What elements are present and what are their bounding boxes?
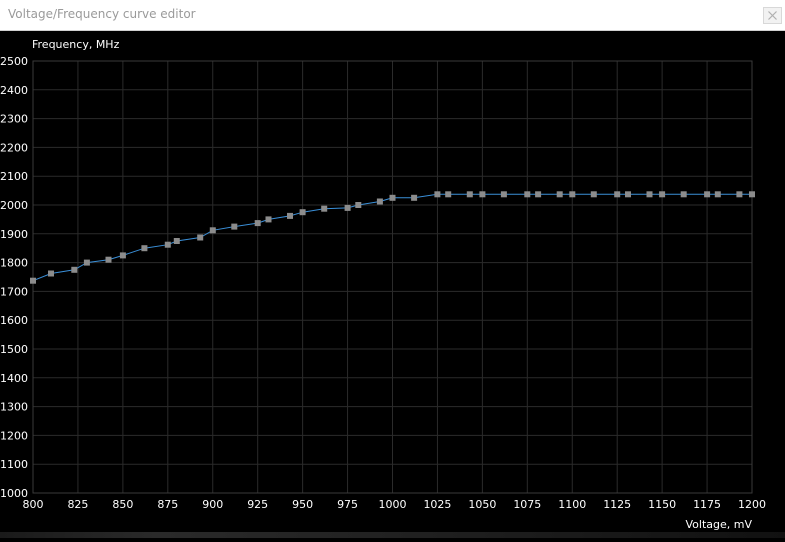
curve-point-handle[interactable] xyxy=(105,256,112,263)
close-icon xyxy=(768,11,777,20)
y-tick-label: 2200 xyxy=(0,141,28,154)
x-tick-label: 975 xyxy=(337,498,358,511)
curve-point-handle[interactable] xyxy=(411,194,418,201)
x-tick-label: 1100 xyxy=(558,498,586,511)
curve-point-handle[interactable] xyxy=(119,252,126,259)
curve-point-handle[interactable] xyxy=(83,259,90,266)
curve-point-handle[interactable] xyxy=(500,191,507,198)
bottom-strip xyxy=(0,532,785,538)
curve-point-handle[interactable] xyxy=(569,191,576,198)
x-tick-label: 1175 xyxy=(693,498,721,511)
x-tick-label: 900 xyxy=(202,498,223,511)
curve-point-handle[interactable] xyxy=(625,191,631,198)
curve-point-handle[interactable] xyxy=(389,194,396,201)
x-tick-label: 875 xyxy=(157,498,178,511)
x-tick-label: 1000 xyxy=(379,498,407,511)
curve-point-handle[interactable] xyxy=(344,204,351,211)
x-tick-label: 925 xyxy=(247,498,268,511)
curve-point-handle[interactable] xyxy=(197,234,204,241)
curve-point-handle[interactable] xyxy=(556,191,563,198)
x-tick-label: 1075 xyxy=(513,498,541,511)
curve-point-handle[interactable] xyxy=(736,191,743,198)
y-tick-label: 2000 xyxy=(0,199,28,212)
y-tick-label: 1800 xyxy=(0,257,28,270)
y-tick-label: 1300 xyxy=(0,401,28,414)
curve-point-handle[interactable] xyxy=(141,245,148,252)
curve-point-handle[interactable] xyxy=(646,191,653,198)
x-tick-label: 1050 xyxy=(468,498,496,511)
y-tick-label: 2100 xyxy=(0,170,28,183)
curve-point-handle[interactable] xyxy=(614,191,621,198)
y-tick-label: 1500 xyxy=(0,343,28,356)
curve-point-handle[interactable] xyxy=(164,241,171,248)
x-tick-label: 1150 xyxy=(648,498,676,511)
curve-point-handle[interactable] xyxy=(265,216,272,223)
curve-point-handle[interactable] xyxy=(299,209,306,216)
y-tick-label: 1400 xyxy=(0,372,28,385)
x-tick-label: 950 xyxy=(292,498,313,511)
curve-point-handle[interactable] xyxy=(479,191,486,198)
curve-point-handle[interactable] xyxy=(231,223,238,230)
curve-point-handle[interactable] xyxy=(209,227,216,234)
x-tick-label: 1025 xyxy=(423,498,451,511)
curve-point-handle[interactable] xyxy=(659,191,666,198)
vf-curve-chart[interactable]: 2500 2400 2300 2200 2100 2000 1900 1800 1700 1600… xyxy=(0,31,785,538)
window-title: Voltage/Frequency curve editor xyxy=(8,7,196,21)
curve-point-handle[interactable] xyxy=(466,191,473,198)
curve-point-handle[interactable] xyxy=(355,202,362,208)
curve-point-handle[interactable] xyxy=(714,191,721,198)
chart-svg[interactable]: 2500 2400 2300 2200 2100 2000 1900 1800 1700 1600… xyxy=(0,31,785,538)
curve-point-handle[interactable] xyxy=(287,212,293,219)
x-tick-label: 800 xyxy=(23,498,44,511)
curve-point-handle[interactable] xyxy=(704,191,711,198)
curve-point-handle[interactable] xyxy=(48,270,54,277)
y-axis-label: Frequency, MHz xyxy=(32,38,120,51)
y-tick-label: 1700 xyxy=(0,285,28,298)
curve-point-handle[interactable] xyxy=(30,277,36,284)
y-tick-label: 2300 xyxy=(0,113,28,126)
y-tick-label: 1900 xyxy=(0,228,28,241)
y-tick-label: 1600 xyxy=(0,314,28,327)
chart-grid xyxy=(32,60,753,494)
x-tick-label: 825 xyxy=(67,498,88,511)
y-tick-label: 1100 xyxy=(0,458,28,471)
x-axis-label: Voltage, mV xyxy=(686,518,753,531)
curve-point-handle[interactable] xyxy=(445,191,452,198)
curve-point-handle[interactable] xyxy=(680,191,687,198)
curve-point-handle[interactable] xyxy=(524,191,531,198)
y-tick-label: 1200 xyxy=(0,429,28,442)
close-button[interactable] xyxy=(763,7,782,24)
curve-point-handle[interactable] xyxy=(434,191,441,198)
curve-point-handle[interactable] xyxy=(535,191,542,198)
y-tick-label: 2400 xyxy=(0,84,28,97)
x-axis-ticks: 800 825 850 875 900 925 950 975 1000 1025 1050 1075… xyxy=(23,498,767,511)
curve-point-handle[interactable] xyxy=(590,191,597,198)
curve-point-handle[interactable] xyxy=(376,198,383,205)
x-tick-label: 850 xyxy=(112,498,133,511)
y-axis-ticks: 2500 2400 2300 2200 2100 2000 1900 1800 1700 1600… xyxy=(0,55,28,500)
x-tick-label: 1125 xyxy=(603,498,631,511)
curve-point-handle[interactable] xyxy=(321,205,328,212)
curve-point-handle[interactable] xyxy=(749,191,755,198)
curve-point-handle[interactable] xyxy=(71,266,78,273)
curve-point-handle[interactable] xyxy=(254,220,261,227)
curve-point-handle[interactable] xyxy=(173,238,180,244)
y-tick-label: 2500 xyxy=(0,55,28,68)
title-bar: Voltage/Frequency curve editor xyxy=(0,0,785,31)
x-tick-label: 1200 xyxy=(738,498,766,511)
